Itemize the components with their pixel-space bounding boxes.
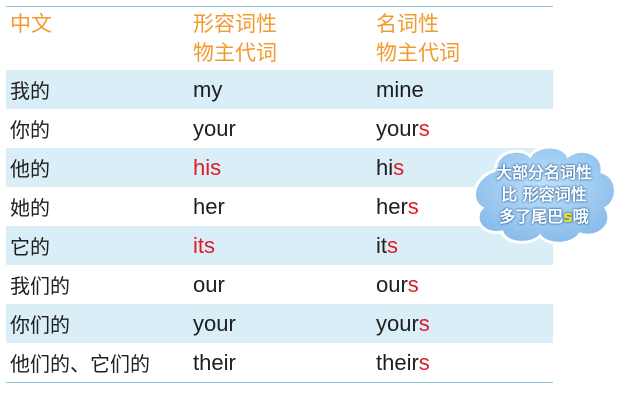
header-chinese: 中文 (10, 12, 52, 36)
noun-stem: her (376, 193, 408, 219)
noun-cell: her s (376, 187, 419, 226)
table-row: 你们的 your your s (6, 304, 553, 343)
noun-suffix: s (393, 154, 405, 180)
noun-suffix: s (407, 271, 419, 297)
noun-cell: their s (376, 343, 430, 382)
adjective-cell: its (193, 232, 215, 258)
table-row: 他们的、它们的 their their s (6, 343, 553, 382)
noun-stem: your (376, 310, 419, 336)
noun-stem: it (376, 232, 387, 258)
chinese-cell: 你的 (10, 118, 50, 142)
chinese-cell: 我的 (10, 79, 50, 103)
table-header-row: 中文 形容词性 物主代词 名词性 物主代词 (6, 7, 553, 70)
noun-suffix: s (418, 310, 430, 336)
noun-suffix: s (407, 193, 419, 219)
adjective-cell: his (193, 154, 222, 180)
header-noun-line1: 名词性 (376, 12, 439, 36)
header-noun-possessive: 名词性 物主代词 (376, 7, 460, 73)
note-cloud: 大部分名词性 比 形容词性 多了尾巴s哦 (468, 140, 620, 248)
noun-stem: our (376, 271, 408, 297)
header-adjective-possessive: 形容词性 物主代词 (193, 7, 277, 73)
noun-cell: mine (376, 70, 424, 109)
cloud-line-1: 大部分名词性 (495, 163, 592, 182)
header-adjective-line2: 物主代词 (193, 41, 277, 65)
noun-cell: your s (376, 304, 430, 343)
chinese-cell: 你们的 (10, 313, 70, 337)
cloud-text: 大部分名词性 比 形容词性 多了尾巴s哦 (474, 162, 614, 228)
adjective-cell: our (193, 271, 225, 297)
chinese-cell: 他的 (10, 157, 50, 181)
cloud-line-3-suffix: 哦 (572, 207, 589, 226)
table-row: 我的 my mine (6, 70, 553, 109)
chinese-cell: 她的 (10, 196, 50, 220)
noun-suffix: s (387, 232, 398, 258)
cloud-line-3: 多了尾巴s哦 (474, 206, 614, 228)
cloud-highlight-s: s (563, 207, 573, 226)
noun-suffix: s (418, 115, 430, 141)
noun-cell: hi s (376, 148, 404, 187)
header-noun-line2: 物主代词 (376, 41, 460, 65)
noun-stem: hi (376, 154, 394, 180)
header-adjective-line1: 形容词性 (193, 12, 277, 36)
adjective-cell: their (193, 349, 236, 375)
noun-cell: your s (376, 109, 430, 148)
table-row: 我们的 our our s (6, 265, 553, 304)
noun-cell: it s (376, 226, 398, 265)
cloud-line-3-prefix: 多了尾巴 (499, 207, 564, 226)
chinese-cell: 我们的 (10, 274, 70, 298)
noun-stem: mine (376, 76, 424, 102)
chinese-cell: 他们的、它们的 (10, 352, 150, 376)
chinese-cell: 它的 (10, 235, 50, 259)
adjective-cell: her (193, 193, 225, 219)
noun-suffix: s (418, 349, 430, 375)
noun-stem: their (376, 349, 419, 375)
adjective-cell: your (193, 310, 236, 336)
noun-cell: our s (376, 265, 419, 304)
adjective-cell: my (193, 76, 223, 102)
cloud-line-2: 比 形容词性 (501, 185, 587, 204)
adjective-cell: your (193, 115, 236, 141)
noun-stem: your (376, 115, 419, 141)
